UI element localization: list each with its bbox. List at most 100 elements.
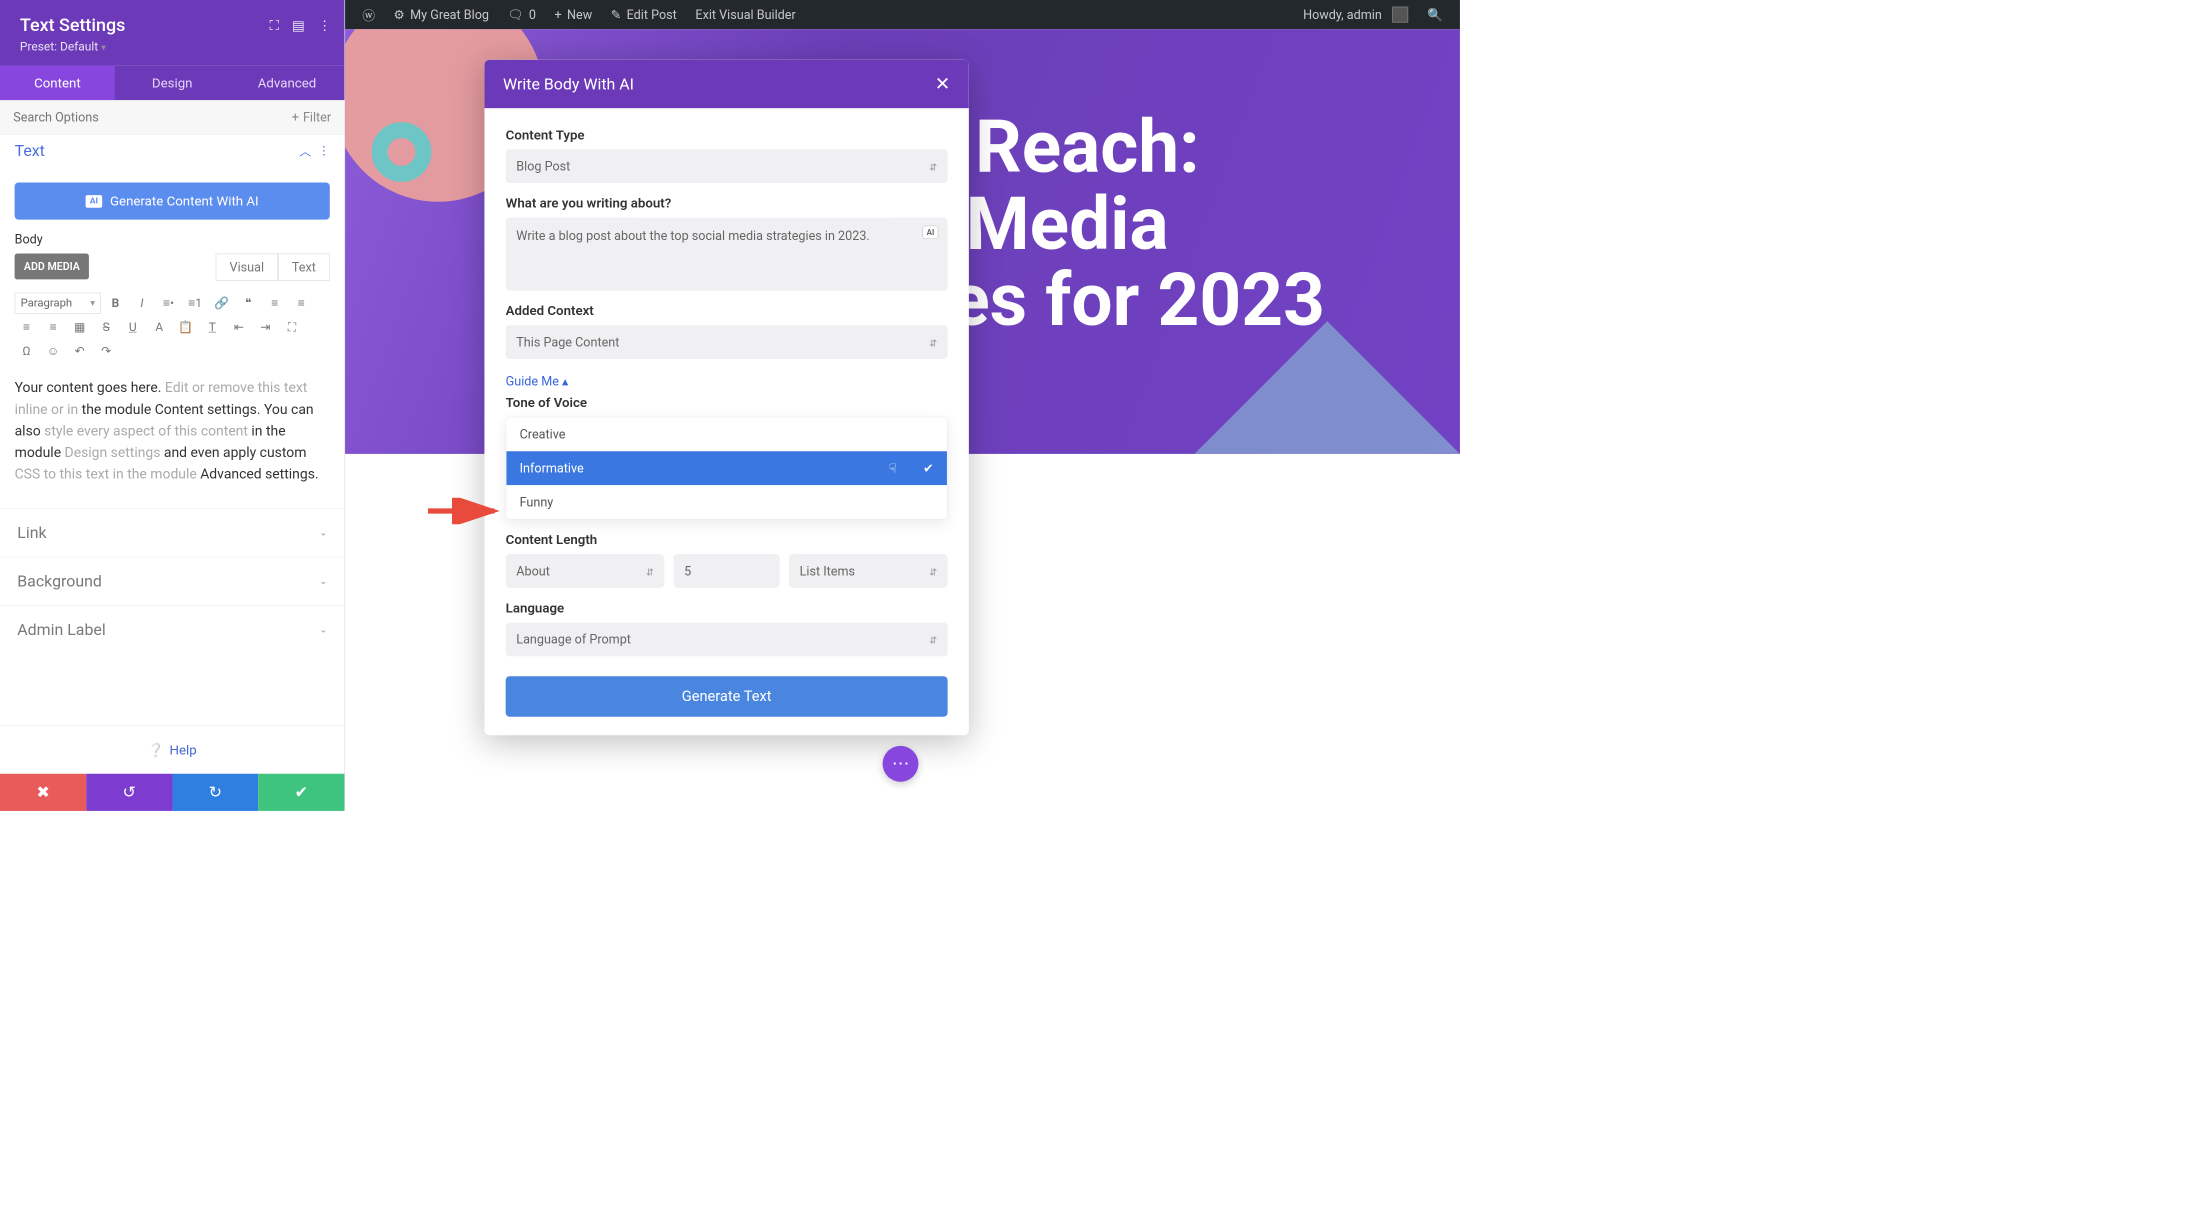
ul-icon[interactable]: ≡• xyxy=(157,293,181,314)
generate-content-ai-button[interactable]: AI Generate Content With AI xyxy=(15,182,330,219)
preset-selector[interactable]: Preset: Default ▾ xyxy=(20,40,325,54)
align-left-icon[interactable]: ≡ xyxy=(263,293,287,314)
modal-title: Write Body With AI xyxy=(503,75,634,94)
special-char-icon[interactable]: Ω xyxy=(15,340,39,361)
check-icon: ✔ xyxy=(923,461,934,476)
sidebar-tabs: Content Design Advanced xyxy=(0,66,344,101)
help-icon: ❔ xyxy=(148,742,165,758)
plus-icon: + xyxy=(555,7,562,22)
filter-button[interactable]: +Filter xyxy=(292,109,331,124)
cancel-button[interactable]: ✖ xyxy=(0,774,86,811)
wp-logo[interactable]: ⓦ xyxy=(353,6,384,24)
wp-admin-bar: ⓦ ⚙My Great Blog 🗨0 +New ✎Edit Post Exit… xyxy=(345,0,1460,29)
table-icon[interactable]: ▦ xyxy=(68,317,92,338)
ai-badge-icon: AI xyxy=(86,195,102,208)
accordion-link[interactable]: Link⌄ xyxy=(0,508,344,556)
length-about-select[interactable]: About xyxy=(506,554,665,588)
sidebar-header: Text Settings Preset: Default ▾ ⛶ ▤ ⋮ xyxy=(0,0,344,66)
ai-chip-icon[interactable]: AI xyxy=(923,226,939,239)
text-section-header[interactable]: Text ︿⋮ xyxy=(0,135,344,171)
tone-option-funny[interactable]: Funny xyxy=(506,485,947,519)
quote-icon[interactable]: ❝ xyxy=(236,293,260,314)
length-unit-select[interactable]: List Items xyxy=(789,554,948,588)
context-label: Added Context xyxy=(506,303,948,319)
new-link[interactable]: +New xyxy=(545,7,601,22)
search-toggle[interactable]: 🔍 xyxy=(1418,7,1452,22)
fullscreen-icon[interactable]: ⛶ xyxy=(280,317,304,338)
content-type-select[interactable]: Blog Post xyxy=(506,149,948,183)
context-select[interactable]: This Page Content xyxy=(506,325,948,359)
undo-button[interactable]: ↺ xyxy=(86,774,172,811)
columns-icon[interactable]: ▤ xyxy=(292,17,305,33)
body-label: Body xyxy=(15,232,330,247)
redo-icon[interactable]: ↷ xyxy=(94,340,118,361)
decor-ring xyxy=(372,122,432,182)
tab-advanced[interactable]: Advanced xyxy=(230,66,345,101)
bold-icon[interactable]: B xyxy=(104,293,128,314)
accordion-background[interactable]: Background⌄ xyxy=(0,556,344,604)
language-label: Language xyxy=(506,600,948,616)
strike-icon[interactable]: S xyxy=(94,317,118,338)
align-right-icon[interactable]: ≡ xyxy=(15,317,39,338)
save-button[interactable]: ✔ xyxy=(258,774,344,811)
about-textarea[interactable]: Write a blog post about the top social m… xyxy=(506,218,948,291)
cursor-icon: ☟ xyxy=(889,461,897,476)
align-justify-icon[interactable]: ≡ xyxy=(41,317,65,338)
annotation-arrow xyxy=(425,498,505,527)
dots-icon: ⋯ xyxy=(892,754,909,774)
align-center-icon[interactable]: ≡ xyxy=(289,293,313,314)
pencil-icon: ✎ xyxy=(611,7,622,22)
tone-option-informative[interactable]: Informative ☟ ✔ xyxy=(506,451,947,485)
comments-link[interactable]: 🗨0 xyxy=(498,7,545,22)
help-link[interactable]: ❔Help xyxy=(0,725,344,773)
modal-header: Write Body With AI ✕ xyxy=(484,60,968,108)
more-icon[interactable]: ⋮ xyxy=(318,17,331,33)
search-row: +Filter xyxy=(0,100,344,135)
builder-fab[interactable]: ⋯ xyxy=(883,746,919,782)
link-icon[interactable]: 🔗 xyxy=(210,293,234,314)
focus-icon[interactable]: ⛶ xyxy=(269,17,278,33)
editor-tab-visual[interactable]: Visual xyxy=(216,253,278,280)
guide-me-toggle[interactable]: Guide Me ▴ xyxy=(506,374,948,389)
close-icon[interactable]: ✕ xyxy=(935,73,951,95)
chevron-up-icon: ▴ xyxy=(562,374,568,389)
emoji-icon[interactable]: ☺ xyxy=(41,340,65,361)
textcolor-icon[interactable]: A xyxy=(147,317,171,338)
tone-option-creative[interactable]: Creative xyxy=(506,417,947,451)
tab-design[interactable]: Design xyxy=(115,66,230,101)
indent-icon[interactable]: ⇥ xyxy=(253,317,277,338)
clear-format-icon[interactable]: T xyxy=(200,317,224,338)
redo-button[interactable]: ↻ xyxy=(172,774,258,811)
editor-content[interactable]: Your content goes here. Edit or remove t… xyxy=(15,367,330,496)
avatar xyxy=(1392,7,1408,23)
undo-icon[interactable]: ↶ xyxy=(68,340,92,361)
tone-label: Tone of Voice xyxy=(506,394,948,410)
length-label: Content Length xyxy=(506,532,948,548)
add-media-button[interactable]: ADD MEDIA xyxy=(15,253,90,279)
howdy-user[interactable]: Howdy, admin xyxy=(1294,7,1418,23)
tab-content[interactable]: Content xyxy=(0,66,115,101)
ai-write-modal: Write Body With AI ✕ Content Type Blog P… xyxy=(484,60,968,736)
home-icon: ⚙ xyxy=(394,7,405,22)
accordion-admin-label[interactable]: Admin Label⌄ xyxy=(0,605,344,653)
search-icon: 🔍 xyxy=(1427,7,1443,22)
search-input[interactable] xyxy=(13,109,292,124)
tone-dropdown: Creative Informative ☟ ✔ Funny xyxy=(506,417,948,520)
length-count-input[interactable] xyxy=(674,554,780,588)
editor-tab-text[interactable]: Text xyxy=(278,253,330,280)
editor-toolbar: Paragraph▾ B I ≡• ≡1 🔗 ❝ ≡ ≡ ≡ ≡ ▦ S U A… xyxy=(15,287,330,367)
generate-text-button[interactable]: Generate Text xyxy=(506,676,948,716)
underline-icon[interactable]: U xyxy=(121,317,145,338)
format-select[interactable]: Paragraph▾ xyxy=(15,293,101,314)
wordpress-icon: ⓦ xyxy=(362,6,375,24)
paste-icon[interactable]: 📋 xyxy=(174,317,198,338)
comment-icon: 🗨 xyxy=(508,7,524,22)
edit-post-link[interactable]: ✎Edit Post xyxy=(601,7,686,22)
section-more-icon[interactable]: ⋮ xyxy=(318,144,330,158)
outdent-icon[interactable]: ⇤ xyxy=(227,317,251,338)
italic-icon[interactable]: I xyxy=(130,293,154,314)
language-select[interactable]: Language of Prompt xyxy=(506,622,948,656)
site-name[interactable]: ⚙My Great Blog xyxy=(384,7,498,22)
ol-icon[interactable]: ≡1 xyxy=(183,293,207,314)
exit-visual-builder[interactable]: Exit Visual Builder xyxy=(686,7,805,22)
